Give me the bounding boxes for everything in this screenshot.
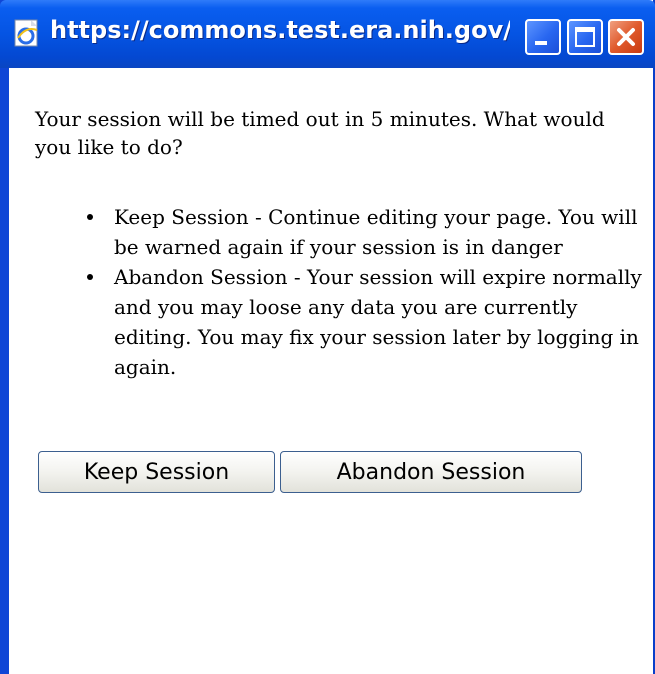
list-item: Keep Session - Continue editing your pag…: [87, 202, 647, 262]
window-title: https://commons.test.era.nih.gov/...: [50, 16, 510, 44]
ie-page-icon: [12, 18, 42, 48]
timeout-message: Your session will be timed out in 5 minu…: [35, 107, 605, 159]
option-abandon-text: Abandon Session - Your session will expi…: [114, 265, 642, 379]
minimize-button[interactable]: [525, 19, 561, 55]
close-icon: [617, 28, 635, 46]
minimize-icon: [535, 41, 547, 45]
maximize-button[interactable]: [567, 19, 603, 55]
option-keep-text: Keep Session - Continue editing your pag…: [114, 205, 638, 259]
maximize-icon: [575, 27, 595, 47]
close-button[interactable]: [608, 19, 644, 55]
bullet-icon: [87, 214, 93, 220]
bullet-icon: [87, 274, 93, 280]
dialog-content: Your session will be timed out in 5 minu…: [9, 68, 653, 674]
popup-window: https://commons.test.era.nih.gov/... You…: [0, 0, 655, 674]
abandon-session-button[interactable]: Abandon Session: [280, 451, 582, 493]
list-item: Abandon Session - Your session will expi…: [87, 262, 647, 382]
title-bar[interactable]: https://commons.test.era.nih.gov/...: [0, 0, 655, 68]
keep-session-button[interactable]: Keep Session: [38, 451, 275, 493]
options-list: Keep Session - Continue editing your pag…: [87, 202, 647, 382]
